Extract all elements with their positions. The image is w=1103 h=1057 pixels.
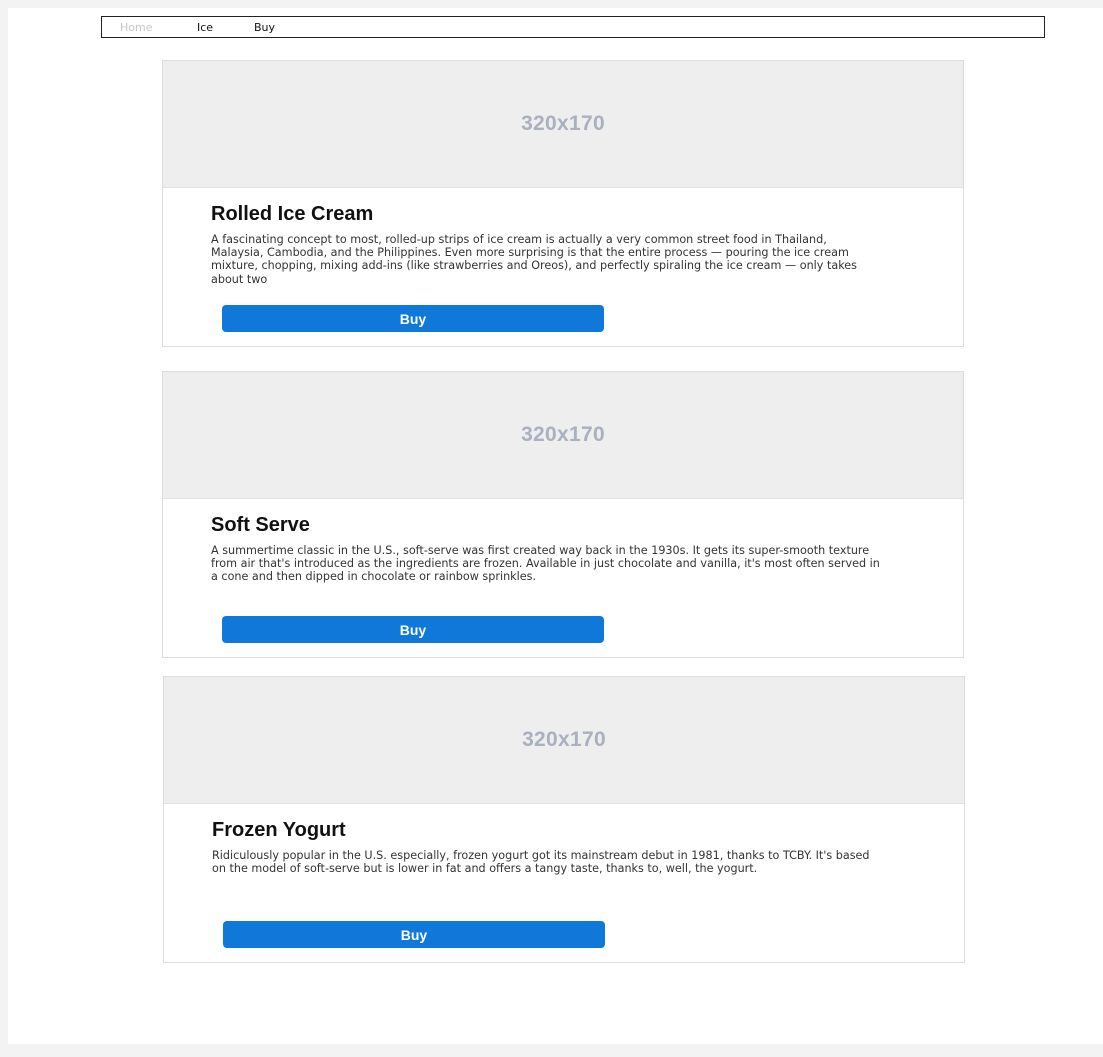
image-size-label: 320x170 [521,423,605,446]
product-card-soft-serve: 320x170 Soft Serve A summertime classic … [162,371,964,658]
card-description: Ridiculously popular in the U.S. especia… [212,849,870,876]
top-nav: Home Ice Buy [101,16,1045,38]
card-title: Rolled Ice Cream [211,203,374,225]
buy-button[interactable]: Buy [222,305,604,332]
card-image-placeholder: 320x170 [163,372,963,499]
product-card-rolled-ice-cream: 320x170 Rolled Ice Cream A fascinating c… [162,60,964,347]
product-card-frozen-yogurt: 320x170 Frozen Yogurt Ridiculously popul… [163,676,965,963]
nav-link-ice[interactable]: Ice [197,21,213,34]
card-image-placeholder: 320x170 [164,677,964,804]
image-size-label: 320x170 [522,728,606,751]
card-title: Frozen Yogurt [212,819,346,841]
page: Home Ice Buy 320x170 Rolled Ice Cream A … [8,8,1103,1044]
buy-button[interactable]: Buy [222,616,604,643]
buy-button[interactable]: Buy [223,921,605,948]
card-description: A fascinating concept to most, rolled-up… [211,233,857,286]
card-description: A summertime classic in the U.S., soft-s… [211,544,880,584]
nav-link-buy[interactable]: Buy [254,21,275,34]
card-title: Soft Serve [211,514,310,536]
card-image-placeholder: 320x170 [163,61,963,188]
nav-link-home[interactable]: Home [120,21,152,34]
image-size-label: 320x170 [521,112,605,135]
